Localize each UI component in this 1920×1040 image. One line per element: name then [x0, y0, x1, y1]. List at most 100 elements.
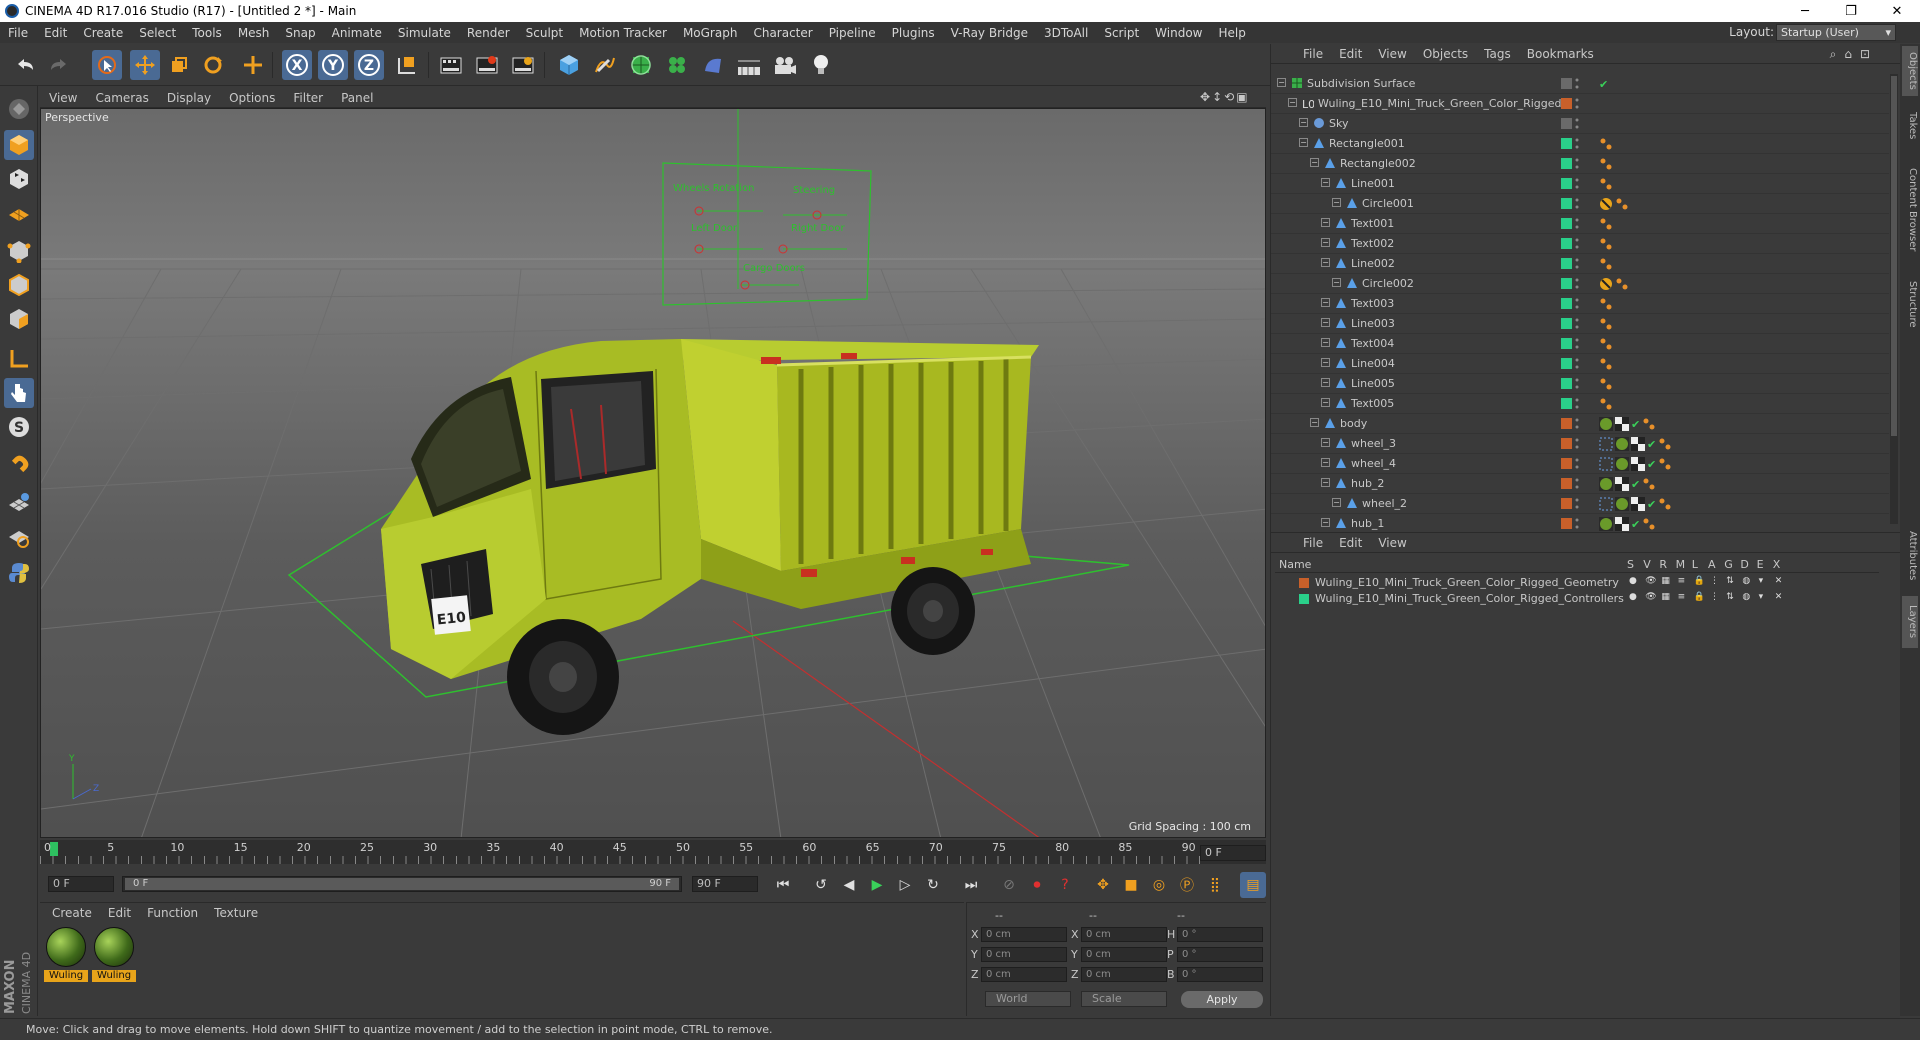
layer-color-swatch[interactable] — [1561, 318, 1572, 329]
layer-color-swatch[interactable] — [1561, 378, 1572, 389]
object-menu-edit[interactable]: Edit — [1331, 47, 1370, 61]
layer-column-x[interactable]: X — [1773, 558, 1781, 571]
timeline-icon[interactable]: ▤ — [1240, 872, 1266, 898]
layout-dropdown[interactable]: Startup (User) ▾ — [1776, 24, 1896, 41]
visibility-dots[interactable] — [1575, 457, 1579, 471]
ik-tag-icon[interactable] — [1599, 217, 1613, 231]
layer-menu-edit[interactable]: Edit — [1331, 536, 1370, 550]
ik-tag-icon[interactable] — [1658, 437, 1672, 451]
object-row[interactable]: − Line004 — [1271, 354, 1889, 374]
solo-icon[interactable]: S — [4, 412, 34, 442]
pla-key-icon[interactable]: ⣿ — [1202, 872, 1228, 898]
visibility-dots[interactable] — [1575, 397, 1579, 411]
param-key-icon[interactable]: Ⓟ — [1174, 872, 1200, 898]
object-row[interactable]: − Line003 — [1271, 314, 1889, 334]
dock-tab-content-browser[interactable]: Content Browser — [1902, 154, 1918, 266]
search-icon[interactable]: ⌕ — [1830, 47, 1837, 62]
object-menu-view[interactable]: View — [1370, 47, 1414, 61]
visibility-dots[interactable] — [1575, 117, 1579, 131]
ik-tag-icon[interactable] — [1658, 497, 1672, 511]
solo-toggle-icon[interactable]: ● — [1629, 576, 1637, 586]
apply-button[interactable]: Apply — [1181, 991, 1263, 1008]
lock-toggle-icon[interactable]: 🔒 — [1694, 592, 1705, 602]
ik-tag-icon[interactable] — [1599, 177, 1613, 191]
object-row[interactable]: − Text004 — [1271, 334, 1889, 354]
timeline-ruler[interactable]: 0 5 10 15 20 25 30 35 40 45 50 55 60 65 70 75 80 85 90 — [40, 840, 1266, 864]
layer-color-swatch[interactable] — [1561, 438, 1572, 449]
size-field[interactable]: 0 cm — [1081, 967, 1167, 982]
material-tag-icon[interactable] — [1599, 517, 1613, 531]
layer-color-swatch[interactable] — [1561, 198, 1572, 209]
check-icon[interactable]: ✔ — [1631, 418, 1640, 431]
menu-item-v-ray-bridge[interactable]: V-Ray Bridge — [943, 26, 1036, 40]
layer-column-g[interactable]: G — [1724, 558, 1733, 571]
home-icon[interactable]: ⌂ — [1844, 47, 1852, 62]
expand-toggle-icon[interactable]: − — [1321, 298, 1330, 307]
layer-column-m[interactable]: M — [1676, 558, 1686, 571]
ik-tag-icon[interactable] — [1599, 137, 1613, 151]
frame-range-slider[interactable]: 0 F 90 F — [122, 876, 682, 892]
expand-toggle-icon[interactable]: − — [1321, 238, 1330, 247]
menu-item-create[interactable]: Create — [75, 26, 131, 40]
protection-tag-icon[interactable] — [1599, 197, 1613, 211]
minimize-button[interactable]: ─ — [1782, 0, 1828, 22]
keyframe-sel-icon[interactable]: ✥ — [1090, 872, 1116, 898]
menu-item-plugins[interactable]: Plugins — [884, 26, 943, 40]
visible-toggle-icon[interactable]: 👁 — [1645, 576, 1656, 586]
object-row[interactable]: − Line005 — [1271, 374, 1889, 394]
timeline-playhead[interactable] — [50, 842, 58, 856]
ik-tag-icon[interactable] — [1599, 337, 1613, 351]
generator-toggle-icon[interactable]: ⇅ — [1726, 576, 1734, 586]
menu-item-tools[interactable]: Tools — [184, 26, 230, 40]
z-axis-icon[interactable]: Z — [354, 50, 384, 80]
visibility-dots[interactable] — [1575, 497, 1579, 511]
object-menu-objects[interactable]: Objects — [1415, 47, 1476, 61]
layer-color-swatch[interactable] — [1561, 518, 1572, 529]
generator-toggle-icon[interactable]: ⇅ — [1726, 592, 1734, 602]
visibility-dots[interactable] — [1575, 517, 1579, 531]
menu-item-pipeline[interactable]: Pipeline — [821, 26, 884, 40]
menu-item-help[interactable]: Help — [1210, 26, 1253, 40]
rotation-field[interactable]: 0 ° — [1177, 927, 1263, 942]
layer-color-swatch[interactable] — [1561, 218, 1572, 229]
layer-color-swatch[interactable] — [1561, 478, 1572, 489]
ik-tag-icon[interactable] — [1642, 417, 1656, 431]
orbit-icon[interactable]: ⟲ — [1224, 90, 1234, 106]
object-row[interactable]: − Text002 — [1271, 234, 1889, 254]
solo-toggle-icon[interactable]: ● — [1629, 592, 1637, 602]
expand-toggle-icon[interactable]: − — [1321, 358, 1330, 367]
transform-icon[interactable] — [238, 50, 268, 80]
layer-row[interactable]: Wuling_E10_Mini_Truck_Green_Color_Rigged… — [1275, 591, 1879, 607]
expression-toggle-icon[interactable]: ▾ — [1759, 592, 1764, 602]
rotation-field[interactable]: 0 ° — [1177, 967, 1263, 982]
go-start-icon[interactable]: ⏮ — [770, 872, 796, 898]
python-icon[interactable] — [4, 558, 34, 588]
position-field[interactable]: 0 cm — [981, 947, 1067, 962]
go-end-icon[interactable]: ⏭ — [958, 872, 984, 898]
zoom-icon[interactable]: ↕ — [1212, 90, 1222, 106]
expand-toggle-icon[interactable]: − — [1332, 278, 1341, 287]
subdivision-icon[interactable] — [626, 50, 656, 80]
animation-toggle-icon[interactable]: ⋮ — [1710, 576, 1719, 586]
visible-toggle-icon[interactable]: 👁 — [1645, 592, 1656, 602]
maximize-icon[interactable]: ▣ — [1236, 90, 1247, 106]
visibility-dots[interactable] — [1575, 277, 1579, 291]
points-mode-icon[interactable] — [4, 236, 34, 266]
viewport-menu-panel[interactable]: Panel — [332, 91, 382, 105]
expand-toggle-icon[interactable]: − — [1299, 138, 1308, 147]
object-row[interactable]: − Text005 — [1271, 394, 1889, 414]
floor-icon[interactable] — [734, 50, 764, 80]
undo-icon[interactable] — [10, 50, 40, 80]
ik-tag-icon[interactable] — [1599, 157, 1613, 171]
texture-mode-icon[interactable] — [4, 164, 34, 194]
expand-toggle-icon[interactable]: − — [1321, 518, 1330, 527]
rotate-icon[interactable] — [198, 50, 228, 80]
expand-toggle-icon[interactable]: − — [1321, 378, 1330, 387]
object-row[interactable]: − Text001 — [1271, 214, 1889, 234]
ik-tag-icon[interactable] — [1658, 457, 1672, 471]
object-row[interactable]: − wheel_4 ✔ — [1271, 454, 1889, 474]
expand-toggle-icon[interactable]: − — [1310, 158, 1319, 167]
expand-toggle-icon[interactable]: − — [1321, 478, 1330, 487]
current-frame-field[interactable]: 0 F — [1200, 845, 1266, 861]
next-key-icon[interactable]: ↻ — [920, 872, 946, 898]
